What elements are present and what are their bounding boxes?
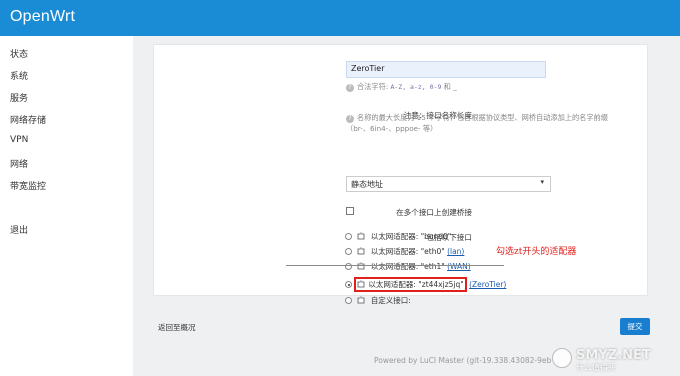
interface-option-custom[interactable]: 自定义接口: [345,295,411,307]
interface-name-input[interactable]: ZeroTier [346,61,546,78]
annotation-note: 勾选zt开头的适配器 [496,247,577,257]
interface-link-zerotier[interactable]: (ZeroTier) [469,280,506,289]
note-hint: ? 名称的最大长度为 15 个字符，包含根据协议类型、网桥自动添加上的名字前缀 （… [346,112,641,134]
question-icon: ? [346,115,354,123]
sidebar-item-nas[interactable]: 网络存储 [10,113,46,126]
sidebar-item-system[interactable]: 系统 [10,69,28,82]
ethernet-adapter-icon [357,280,365,288]
sidebar-item-network[interactable]: 网络 [10,157,28,170]
question-icon: ? [346,84,354,92]
sidebar-item-status[interactable]: 状态 [10,47,28,60]
custom-interface-input[interactable] [286,254,504,266]
sidebar-item-logout[interactable]: 退出 [10,223,28,236]
interface-text: 以太网适配器: "bond0" [370,232,452,241]
submit-button[interactable]: 提交 [620,318,650,335]
note-hint-line2: （br-、6in4-、pppoe- 等） [346,124,438,133]
sidebar-item-vpn[interactable]: VPN [10,135,28,145]
top-header: OpenWrt [0,0,680,36]
watermark-text: SMYZ.NET [576,348,651,363]
interface-name-value: ZeroTier [351,64,385,73]
interface-radio[interactable] [345,233,352,240]
footer-credit: Powered by LuCI Master (git-19.338.43082… [374,356,552,365]
bridge-label: 在多个接口上创建桥接 [396,208,472,217]
interface-text: 以太网适配器: "zt44xjz5jq" [368,280,464,289]
protocol-value: 静态地址 [351,180,383,189]
interface-option-zerotier[interactable]: 以太网适配器: "zt44xjz5jq" (ZeroTier) [345,277,506,292]
protocol-select[interactable]: 静态地址 ▾ [346,176,551,192]
watermark: SMYZ.NET 什么值得买 [548,344,680,376]
ethernet-adapter-icon [357,232,365,240]
note-hint-line1: 名称的最大长度为 15 个字符，包含根据协议类型、网桥自动添加上的名字前缀 [357,113,608,122]
brand-title[interactable]: OpenWrt [10,8,75,26]
sidebar-item-services[interactable]: 服务 [10,91,28,104]
interface-text: 自定义接口: [370,296,411,305]
name-hint: ? 合法字符: A-Z, a-z, 0-9 和 _ [346,81,457,93]
chevron-down-icon: ▾ [540,178,544,186]
name-hint-prefix: 合法字符: [357,82,389,91]
name-hint-suffix: 和 _ [443,82,457,91]
watermark-subtext: 什么值得买 [576,363,616,372]
interface-option-bond0[interactable]: 以太网适配器: "bond0" [345,231,451,243]
interface-radio-selected[interactable] [345,281,352,288]
interface-radio[interactable] [345,297,352,304]
smzdm-logo-icon [552,348,572,368]
back-to-overview-button[interactable]: 返回至概况 [158,322,196,333]
sidebar-item-bandwidth[interactable]: 带宽监控 [10,179,46,192]
bridge-checkbox[interactable] [346,207,354,215]
highlight-box: 以太网适配器: "zt44xjz5jq" [354,277,467,292]
ethernet-adapter-icon [357,296,365,304]
name-hint-code: A-Z, a-z, 0-9 [390,83,442,91]
sidebar: 状态 系统 服务 网络存储 VPN 网络 带宽监控 退出 [0,36,133,376]
main-content: 新接口的名称 ZeroTier ?合法字符: A-Z, a-z, 0-9 和 _… [133,36,680,376]
